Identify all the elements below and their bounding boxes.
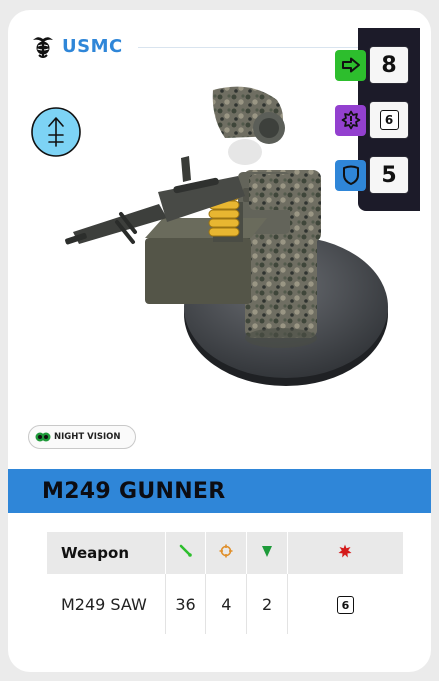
crosshair-icon <box>219 544 233 558</box>
damage-drop-icon <box>262 546 273 557</box>
damage-header <box>246 532 288 574</box>
weapon-name: M249 SAW <box>61 594 147 614</box>
critical-header <box>286 532 403 574</box>
weapons-table: Weapon M249 SAW 36 4 2 6 <box>47 532 403 634</box>
range-header <box>164 532 206 574</box>
eagle-globe-anchor-icon <box>33 37 53 58</box>
ability-night-vision[interactable]: NIGHT VISION <box>28 425 136 449</box>
unit-title-bar: M249 GUNNER <box>8 469 431 513</box>
weapons-header-row: Weapon <box>47 532 403 574</box>
faction-header: USMC <box>30 32 123 60</box>
weapon-row: M249 SAW 36 4 2 6 <box>47 574 403 634</box>
night-vision-goggles-icon <box>35 432 51 442</box>
range-icon <box>179 544 192 557</box>
unit-title: M249 GUNNER <box>42 478 226 504</box>
weapon-aim: 4 <box>205 574 247 634</box>
weapon-header: Weapon <box>47 532 166 574</box>
aim-header <box>205 532 247 574</box>
die-icon: 6 <box>336 596 354 615</box>
faction-name: USMC <box>62 35 123 57</box>
critical-burst-icon <box>338 544 352 558</box>
ability-label: NIGHT VISION <box>54 432 121 442</box>
soldier-miniature-with-machine-gun <box>65 86 388 386</box>
stat-move: 8 <box>335 46 413 84</box>
weapon-range: 36 <box>164 574 206 634</box>
weapon-damage: 2 <box>246 574 288 634</box>
header-divider <box>138 47 368 48</box>
stat-move-value: 8 <box>369 46 409 84</box>
arrow-right-icon <box>335 49 366 81</box>
unit-card: USMC 8 6 5 NIGHT VISION M249 GUNNER Weap… <box>8 10 431 672</box>
weapon-critical: 6 <box>286 574 403 634</box>
